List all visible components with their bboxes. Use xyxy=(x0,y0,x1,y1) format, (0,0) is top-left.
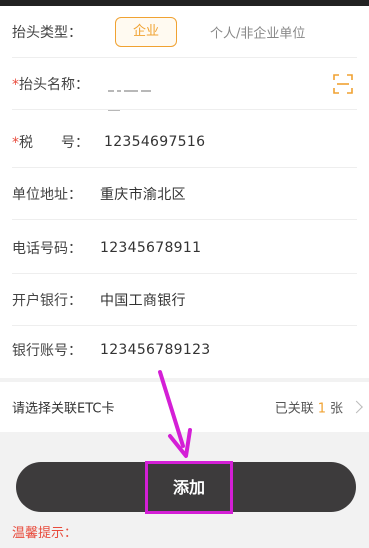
invoice-type-row: 抬头类型： 企业 个人/非企业单位 xyxy=(0,6,369,58)
etc-count: 1 xyxy=(317,401,326,417)
add-button-highlight[interactable]: 添加 xyxy=(145,461,233,514)
tax-number-label: *税 号： xyxy=(12,132,89,152)
scan-icon[interactable] xyxy=(333,74,353,94)
etc-status-prefix: 已关联 xyxy=(274,401,314,417)
title-name-label-text: 抬头名称： xyxy=(19,77,89,93)
divider xyxy=(12,109,357,110)
address-field[interactable]: 重庆市渝北区 xyxy=(100,184,186,204)
account-label: 银行账号： xyxy=(12,343,82,359)
tip-label: 温馨提示： xyxy=(12,526,78,541)
etc-label: 请选择关联ETC卡 xyxy=(12,401,115,417)
required-mark: * xyxy=(12,135,19,151)
phone-field[interactable]: 12345678911 xyxy=(100,240,201,256)
bank-row[interactable]: 开户银行： 中国工商银行 xyxy=(0,274,369,326)
type-option-individual[interactable]: 个人/非企业单位 xyxy=(210,23,305,42)
etc-status: 已关联 1 张 xyxy=(275,398,343,417)
title-name-row[interactable]: *抬头名称： xyxy=(0,58,369,111)
title-name-input[interactable] xyxy=(108,80,168,111)
address-row[interactable]: 单位地址： 重庆市渝北区 xyxy=(0,168,369,220)
account-row[interactable]: 银行账号： 123456789123 xyxy=(0,324,369,376)
chevron-right-icon xyxy=(350,400,363,414)
title-name-label: *抬头名称： xyxy=(12,74,89,94)
bank-field[interactable]: 中国工商银行 xyxy=(100,290,186,310)
required-mark: * xyxy=(12,77,19,93)
etc-card-selector[interactable]: 请选择关联ETC卡 已关联 1 张 xyxy=(0,382,369,432)
bank-label: 开户银行： xyxy=(12,293,82,309)
etc-status-suffix: 张 xyxy=(329,401,343,417)
phone-row[interactable]: 电话号码： 12345678911 xyxy=(0,222,369,274)
divider xyxy=(12,219,357,220)
invoice-form: 抬头类型： 企业 个人/非企业单位 *抬头名称： *税 号： 123546975… xyxy=(0,6,369,378)
invoice-type-label: 抬头类型： xyxy=(12,25,82,41)
account-field[interactable]: 123456789123 xyxy=(100,342,211,358)
tax-number-field[interactable]: 12354697516 xyxy=(104,134,205,150)
tax-number-label-text: 税 号： xyxy=(19,135,89,151)
add-button-label: 添加 xyxy=(172,478,205,497)
type-option-enterprise[interactable]: 企业 xyxy=(115,17,177,47)
tax-number-row[interactable]: *税 号： 12354697516 xyxy=(0,116,369,168)
phone-label: 电话号码： xyxy=(12,241,82,257)
address-label: 单位地址： xyxy=(12,187,82,203)
